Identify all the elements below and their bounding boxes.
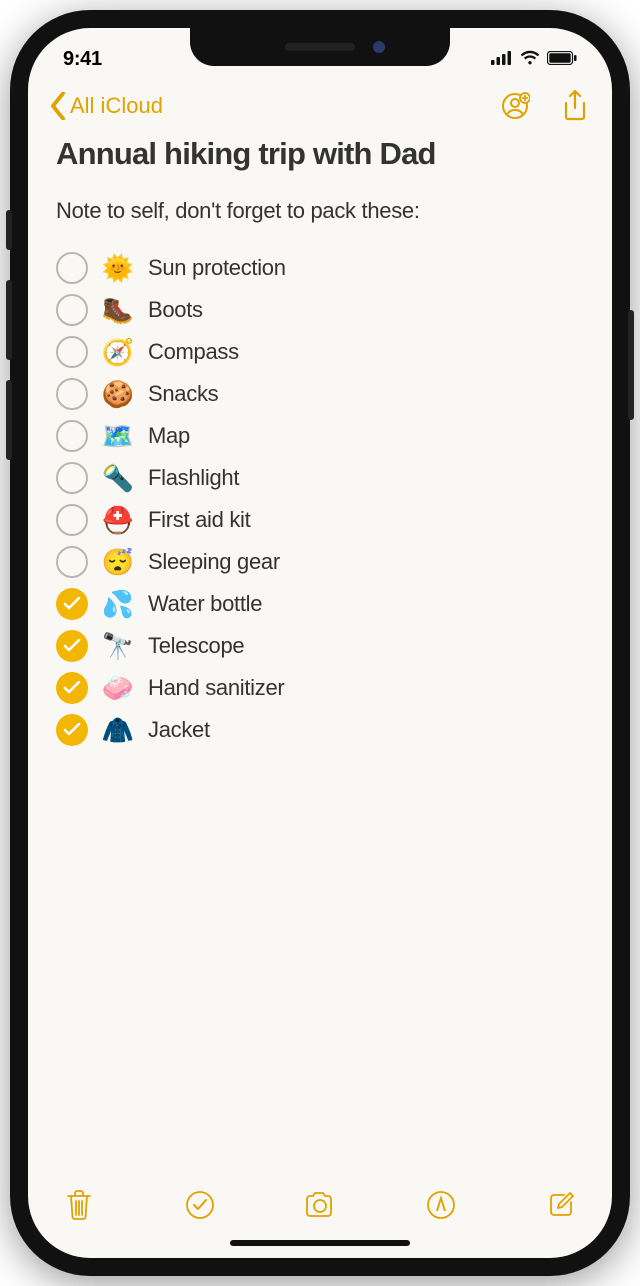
note-title[interactable]: Annual hiking trip with Dad bbox=[56, 136, 584, 172]
item-emoji: 🥾 bbox=[100, 295, 136, 326]
check-item[interactable]: ⛑️ First aid kit bbox=[56, 504, 584, 536]
item-text[interactable]: Sleeping gear bbox=[148, 549, 280, 575]
checkbox-checked[interactable] bbox=[56, 588, 88, 620]
camera-button[interactable] bbox=[303, 1188, 337, 1222]
status-time: 9:41 bbox=[63, 48, 102, 71]
check-item[interactable]: 🗺️ Map bbox=[56, 420, 584, 452]
collaborate-button[interactable] bbox=[500, 91, 530, 121]
item-text[interactable]: Hand sanitizer bbox=[148, 675, 284, 701]
item-emoji: 🔭 bbox=[100, 631, 136, 662]
share-icon bbox=[562, 90, 588, 122]
item-emoji: 😴 bbox=[100, 547, 136, 578]
check-item[interactable]: 🧥 Jacket bbox=[56, 714, 584, 746]
back-button[interactable]: All iCloud bbox=[50, 92, 163, 120]
compose-button[interactable] bbox=[544, 1188, 578, 1222]
item-text[interactable]: Flashlight bbox=[148, 465, 239, 491]
check-item[interactable]: 🔭 Telescope bbox=[56, 630, 584, 662]
item-emoji: 🧼 bbox=[100, 673, 136, 704]
home-indicator[interactable] bbox=[230, 1240, 410, 1246]
chevron-left-icon bbox=[50, 92, 66, 120]
item-emoji: 🧭 bbox=[100, 337, 136, 368]
item-text[interactable]: First aid kit bbox=[148, 507, 250, 533]
checkbox-unchecked[interactable] bbox=[56, 252, 88, 284]
check-item[interactable]: 😴 Sleeping gear bbox=[56, 546, 584, 578]
check-item[interactable]: 🥾 Boots bbox=[56, 294, 584, 326]
checkbox-checked[interactable] bbox=[56, 630, 88, 662]
person-add-icon bbox=[500, 91, 530, 121]
check-item[interactable]: 🔦 Flashlight bbox=[56, 462, 584, 494]
item-text[interactable]: Snacks bbox=[148, 381, 218, 407]
item-text[interactable]: Water bottle bbox=[148, 591, 262, 617]
checkbox-unchecked[interactable] bbox=[56, 462, 88, 494]
item-emoji: ⛑️ bbox=[100, 505, 136, 536]
trash-icon bbox=[65, 1189, 93, 1221]
compose-icon bbox=[546, 1190, 576, 1220]
checkmark-circle-icon bbox=[185, 1190, 215, 1220]
checkbox-unchecked[interactable] bbox=[56, 336, 88, 368]
device-frame: 9:41 All iCloud bbox=[10, 10, 630, 1276]
item-text[interactable]: Boots bbox=[148, 297, 203, 323]
check-icon bbox=[63, 723, 81, 737]
checkbox-checked[interactable] bbox=[56, 672, 88, 704]
checkbox-unchecked[interactable] bbox=[56, 294, 88, 326]
cellular-icon bbox=[491, 48, 513, 71]
item-emoji: 🔦 bbox=[100, 463, 136, 494]
markup-button[interactable] bbox=[424, 1188, 458, 1222]
item-text[interactable]: Compass bbox=[148, 339, 239, 365]
battery-icon bbox=[547, 48, 577, 71]
item-emoji: 🍪 bbox=[100, 379, 136, 410]
item-text[interactable]: Jacket bbox=[148, 717, 210, 743]
item-emoji: 🌞 bbox=[100, 253, 136, 284]
note-subtitle[interactable]: Note to self, don't forget to pack these… bbox=[56, 198, 584, 224]
bottom-toolbar bbox=[28, 1170, 612, 1240]
delete-button[interactable] bbox=[62, 1188, 96, 1222]
check-item[interactable]: 💦 Water bottle bbox=[56, 588, 584, 620]
check-item[interactable]: 🍪 Snacks bbox=[56, 378, 584, 410]
item-text[interactable]: Sun protection bbox=[148, 255, 286, 281]
check-icon bbox=[63, 639, 81, 653]
item-text[interactable]: Map bbox=[148, 423, 190, 449]
nav-bar: All iCloud bbox=[28, 78, 612, 134]
check-item[interactable]: 🧼 Hand sanitizer bbox=[56, 672, 584, 704]
checkbox-checked[interactable] bbox=[56, 714, 88, 746]
wifi-icon bbox=[519, 48, 541, 71]
check-icon bbox=[63, 597, 81, 611]
check-item[interactable]: 🌞 Sun protection bbox=[56, 252, 584, 284]
notch bbox=[190, 28, 450, 66]
check-item[interactable]: 🧭 Compass bbox=[56, 336, 584, 368]
checkbox-unchecked[interactable] bbox=[56, 378, 88, 410]
checklist: 🌞 Sun protection 🥾 Boots 🧭 Compass 🍪 Snacks 🗺️ Ma… bbox=[56, 252, 584, 746]
checklist-button[interactable] bbox=[183, 1188, 217, 1222]
checkbox-unchecked[interactable] bbox=[56, 504, 88, 536]
check-icon bbox=[63, 681, 81, 695]
item-emoji: 🧥 bbox=[100, 715, 136, 746]
checkbox-unchecked[interactable] bbox=[56, 546, 88, 578]
item-text[interactable]: Telescope bbox=[148, 633, 244, 659]
screen: 9:41 All iCloud bbox=[28, 28, 612, 1258]
note-content[interactable]: July 27, 2019 at 4:12 PM Annual hiking t… bbox=[28, 134, 612, 1170]
share-button[interactable] bbox=[560, 91, 590, 121]
back-label: All iCloud bbox=[70, 93, 163, 119]
pen-circle-icon bbox=[426, 1190, 456, 1220]
camera-icon bbox=[303, 1191, 337, 1219]
item-emoji: 🗺️ bbox=[100, 421, 136, 452]
item-emoji: 💦 bbox=[100, 589, 136, 620]
checkbox-unchecked[interactable] bbox=[56, 420, 88, 452]
